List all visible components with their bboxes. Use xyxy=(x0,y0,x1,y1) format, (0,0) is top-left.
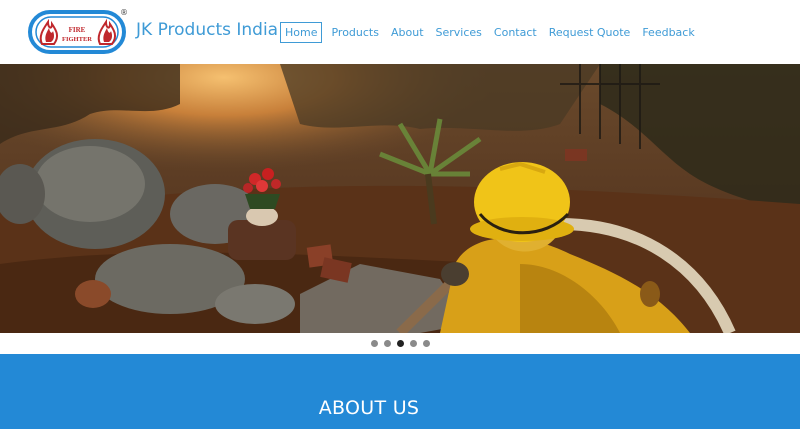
slider-dots xyxy=(0,340,800,350)
about-title: ABOUT US xyxy=(318,397,420,419)
fire-fighter-logo[interactable]: FIRE FIGHTER ® xyxy=(28,8,132,56)
logo-text-fighter: FIGHTER xyxy=(62,36,92,43)
nav-contact[interactable]: Contact xyxy=(489,22,542,43)
about-section: ABOUT US xyxy=(0,354,800,429)
site-header: FIRE FIGHTER ® JK Products India Home Pr… xyxy=(0,0,800,64)
slider-dot-5[interactable] xyxy=(422,340,430,347)
nav-services[interactable]: Services xyxy=(431,22,487,43)
nav-products[interactable]: Products xyxy=(326,22,384,43)
firefighter-scene-image xyxy=(0,64,800,333)
logo-text-fire: FIRE xyxy=(69,26,86,34)
slider-dot-2[interactable] xyxy=(383,340,391,347)
nav-feedback[interactable]: Feedback xyxy=(637,22,699,43)
slider-dot-3[interactable] xyxy=(396,340,404,347)
nav-home[interactable]: Home xyxy=(280,21,323,43)
slider-dot-1[interactable] xyxy=(370,340,378,347)
hero-slider-image[interactable] xyxy=(0,64,800,333)
brand-name[interactable]: JK Products India xyxy=(136,20,278,40)
main-nav: Home Products About Services Contact Req… xyxy=(280,21,702,43)
slider-dot-4[interactable] xyxy=(409,340,417,347)
nav-about[interactable]: About xyxy=(386,22,429,43)
registered-mark: ® xyxy=(120,8,128,17)
nav-request-quote[interactable]: Request Quote xyxy=(544,22,636,43)
